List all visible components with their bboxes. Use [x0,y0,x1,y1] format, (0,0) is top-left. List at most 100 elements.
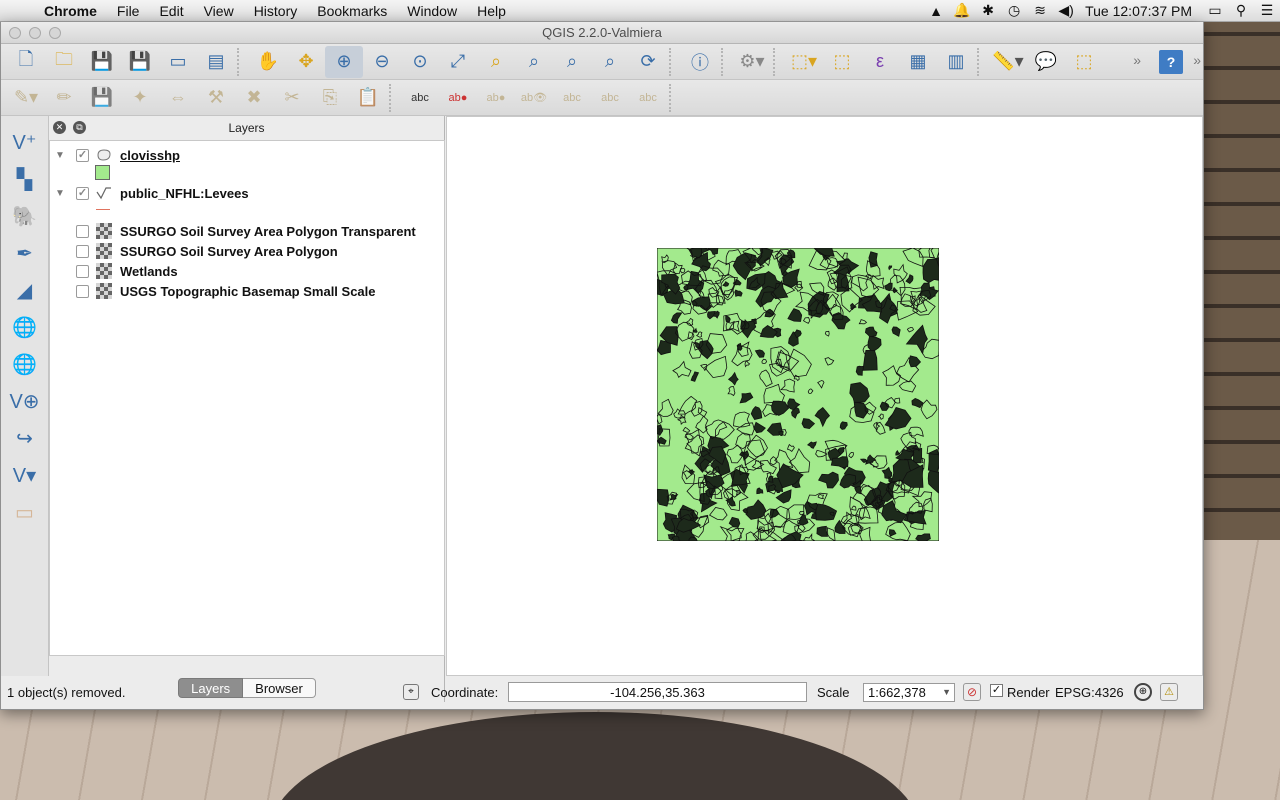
zoom-next-icon[interactable]: ⌕ [591,46,629,78]
select-features-icon[interactable]: ⬚▾ [785,46,823,78]
menu-app-name[interactable]: Chrome [38,0,107,22]
cut-features-icon[interactable]: ✂ [273,82,311,114]
save-as-icon[interactable]: 💾 [121,46,159,78]
layer-row[interactable]: ▼ ✓ public_NFHL:Levees [50,183,249,203]
notification-center-icon[interactable]: ☰ [1254,2,1280,19]
layer-visibility-checkbox[interactable]: ✓ [76,148,89,162]
change-label-icon[interactable]: abc [629,82,667,114]
battery-icon[interactable]: ▭ [1202,2,1228,19]
volume-icon[interactable]: ◀) [1053,2,1079,19]
new-project-icon[interactable]: 🗋 [7,46,45,78]
map-tips-icon[interactable]: 💬 [1027,46,1065,78]
toggle-editing-icon[interactable]: ✏ [45,82,83,114]
menu-help[interactable]: Help [467,0,516,22]
add-spatialite-layer-icon[interactable]: ✒ [7,235,43,272]
show-hide-labels-icon[interactable]: ab👁 [515,82,553,114]
add-wms-layer-icon[interactable]: 🌐 [7,309,43,346]
move-feature-icon[interactable]: ⇔ [159,82,197,114]
measure-line-icon[interactable]: 📏▾ [989,46,1027,78]
open-project-icon[interactable]: 🗀 [45,46,83,78]
coordinate-field[interactable] [508,682,807,702]
add-wfs-layer-icon[interactable]: V⊕ [7,383,43,420]
expand-arrow-icon[interactable]: ▼ [50,150,70,161]
pan-to-selection-icon[interactable]: ✥ [287,46,325,78]
node-tool-icon[interactable]: ⚒ [197,82,235,114]
expand-arrow-icon[interactable]: ▼ [50,188,70,199]
add-mssql-layer-icon[interactable]: ◢ [7,272,43,309]
menu-history[interactable]: History [244,0,308,22]
close-window-button[interactable] [9,27,21,39]
scale-select[interactable]: 1:662,378 ▼ [863,683,955,702]
run-feature-action-icon[interactable]: ⚙▾ [733,46,771,78]
bluetooth-icon[interactable]: ✱ [975,2,1001,19]
time-machine-icon[interactable]: ◷ [1001,2,1027,19]
help-icon[interactable]: ? [1159,50,1183,74]
spotlight-search-icon[interactable]: ⚲ [1228,2,1254,19]
layer-row[interactable]: SSURGO Soil Survey Area Polygon Transpar… [50,221,416,241]
zoom-to-layer-icon[interactable]: ⌕ [515,46,553,78]
zoom-to-selection-icon[interactable]: ⌕ [477,46,515,78]
select-by-expression-icon[interactable]: ε [861,46,899,78]
add-raster-layer-icon[interactable]: ▚ [7,161,43,198]
layer-visibility-checkbox[interactable] [76,264,89,278]
zoom-out-icon[interactable]: ⊖ [363,46,401,78]
remove-layer-icon[interactable]: ▭ [7,494,43,531]
layer-labeling-icon[interactable]: abc [401,82,439,114]
add-postgis-layer-icon[interactable]: 🐘 [7,198,43,235]
minimize-window-button[interactable] [29,27,41,39]
save-layer-edits-icon[interactable]: 💾 [83,82,121,114]
highlight-pinned-labels-icon[interactable]: ab● [477,82,515,114]
crs-projection-icon[interactable]: ⊕ [1134,683,1152,701]
move-label-icon[interactable]: abc [553,82,591,114]
rotate-label-icon[interactable]: abc [591,82,629,114]
composer-manager-icon[interactable]: ▤ [197,46,235,78]
field-calculator-icon[interactable]: ▥ [937,46,975,78]
menu-window[interactable]: Window [397,0,467,22]
refresh-icon[interactable]: ⟳ [629,46,667,78]
new-shapefile-layer-icon[interactable]: V▾ [7,457,43,494]
layer-visibility-checkbox[interactable]: ✓ [76,186,89,200]
menu-view[interactable]: View [194,0,244,22]
pan-map-icon[interactable]: ✋ [249,46,287,78]
zoom-full-icon[interactable]: ⤢ [439,46,477,78]
save-project-icon[interactable]: 💾 [83,46,121,78]
drive-icon[interactable]: ▲ [923,3,949,19]
map-canvas[interactable] [446,116,1203,676]
paste-features-icon[interactable]: 📋 [349,82,387,114]
add-wcs-layer-icon[interactable]: 🌐 [7,346,43,383]
new-print-composer-icon[interactable]: ▭ [159,46,197,78]
layer-visibility-checkbox[interactable] [76,244,89,258]
deselect-features-icon[interactable]: ⬚ [823,46,861,78]
copy-features-icon[interactable]: ⎘ [311,82,349,114]
add-feature-icon[interactable]: ✦ [121,82,159,114]
stop-render-icon[interactable]: ⊘ [963,683,981,701]
zoom-last-icon[interactable]: ⌕ [553,46,591,78]
menu-file[interactable]: File [107,0,150,22]
panel-close-icon[interactable]: ✕ [53,121,66,134]
crs-status[interactable]: EPSG:4326 [1055,685,1124,700]
delete-selected-icon[interactable]: ✖ [235,82,273,114]
open-attribute-table-icon[interactable]: ▦ [899,46,937,78]
zoom-native-resolution-icon[interactable]: ⊙ [401,46,439,78]
menubar-clock[interactable]: Tue 12:07:37 PM [1079,3,1202,19]
layer-row[interactable]: USGS Topographic Basemap Small Scale [50,281,376,301]
new-bookmark-icon[interactable]: ⬚ [1065,46,1103,78]
layer-visibility-checkbox[interactable] [76,284,89,298]
layer-row[interactable]: SSURGO Soil Survey Area Polygon [50,241,338,261]
zoom-window-button[interactable] [49,27,61,39]
layer-row[interactable]: Wetlands [50,261,178,281]
zoom-in-icon[interactable]: ⊕ [325,45,363,78]
current-edits-icon[interactable]: ✎▾ [7,82,45,114]
toolbar-overflow-icon-2[interactable]: » [1193,52,1201,68]
notification-bell-icon[interactable]: 🔔 [949,2,975,19]
toggle-extents-icon[interactable]: ⌖ [403,684,419,700]
layer-row[interactable]: ▼ ✓ clovisshp [50,145,180,165]
add-delimited-text-layer-icon[interactable]: ↪ [7,420,43,457]
add-vector-layer-icon[interactable]: V⁺ [7,124,43,161]
menu-edit[interactable]: Edit [149,0,193,22]
wifi-icon[interactable]: ≋ [1027,2,1053,19]
identify-features-icon[interactable]: ⓘ [681,46,719,78]
panel-float-icon[interactable]: ⧉ [73,121,86,134]
toolbar-overflow-icon[interactable]: » [1133,52,1141,68]
messages-warning-icon[interactable]: ⚠ [1160,683,1178,701]
